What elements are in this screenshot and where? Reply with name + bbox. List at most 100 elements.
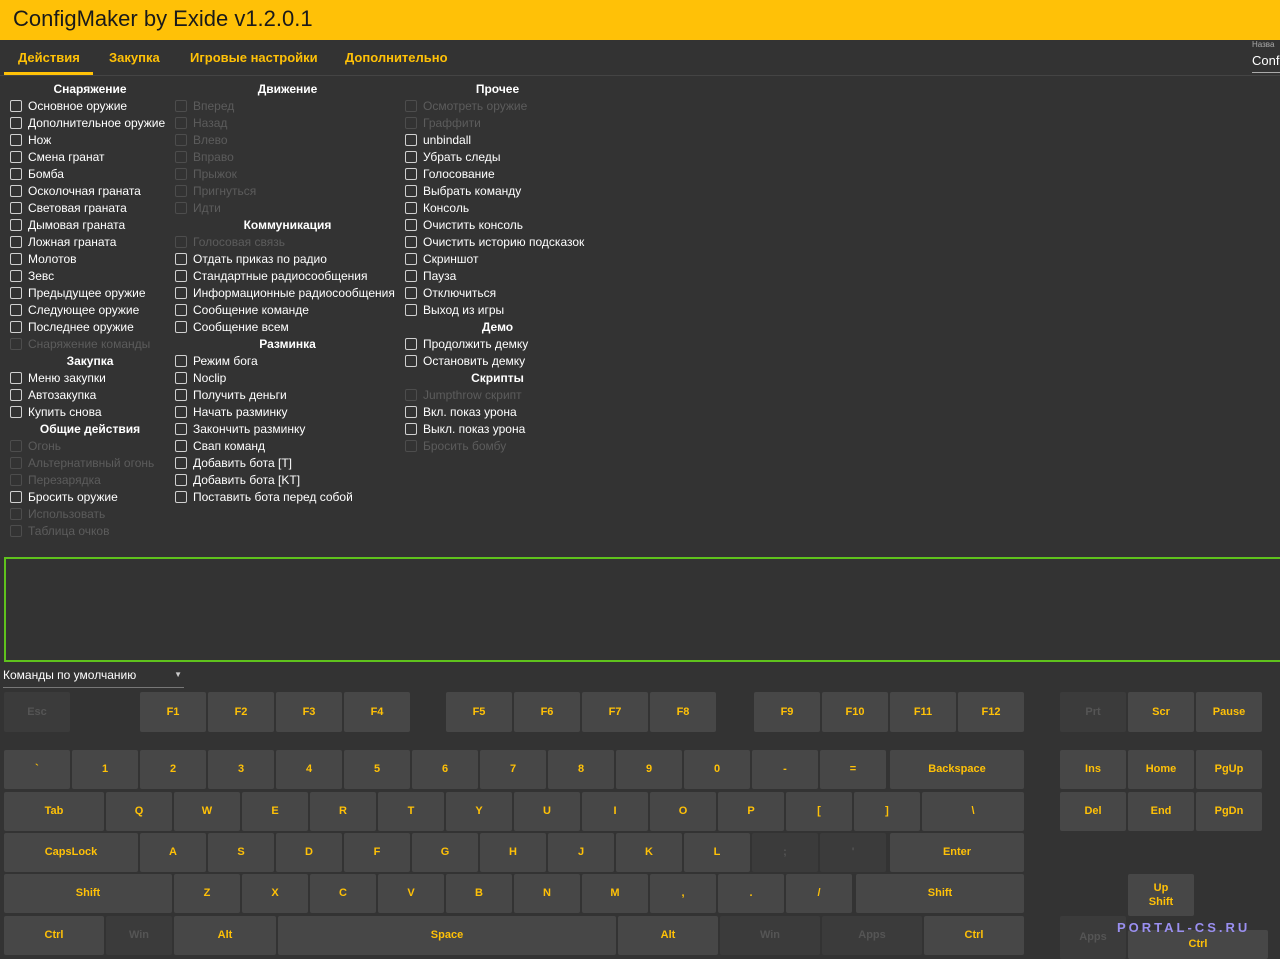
- action-checkbox[interactable]: Поставить бота перед собой: [175, 488, 400, 505]
- checkbox-icon[interactable]: [10, 184, 22, 197]
- key-m[interactable]: M: [582, 874, 648, 913]
- key-symbol[interactable]: /: [786, 874, 852, 913]
- key-v[interactable]: V: [378, 874, 444, 913]
- key-symbol[interactable]: -: [752, 750, 818, 789]
- checkbox-icon[interactable]: [10, 116, 22, 129]
- key-3[interactable]: 3: [208, 750, 274, 789]
- key-e[interactable]: E: [242, 792, 308, 831]
- checkbox-icon[interactable]: [405, 133, 417, 146]
- action-checkbox[interactable]: Осколочная граната: [10, 182, 170, 199]
- key-c[interactable]: C: [310, 874, 376, 913]
- action-checkbox[interactable]: Консоль: [405, 199, 590, 216]
- checkbox-icon[interactable]: [405, 422, 417, 435]
- key-r[interactable]: R: [310, 792, 376, 831]
- key-w[interactable]: W: [174, 792, 240, 831]
- key-8[interactable]: 8: [548, 750, 614, 789]
- action-checkbox[interactable]: Получить деньги: [175, 386, 400, 403]
- action-checkbox[interactable]: Голосование: [405, 165, 590, 182]
- action-checkbox[interactable]: Стандартные радиосообщения: [175, 267, 400, 284]
- checkbox-icon[interactable]: [10, 286, 22, 299]
- action-checkbox[interactable]: Добавить бота [KT]: [175, 471, 400, 488]
- checkbox-icon[interactable]: [10, 201, 22, 214]
- key-i[interactable]: I: [582, 792, 648, 831]
- key-pause[interactable]: Pause: [1196, 692, 1262, 732]
- action-checkbox[interactable]: Дополнительное оружие: [10, 114, 170, 131]
- key-b[interactable]: B: [446, 874, 512, 913]
- checkbox-icon[interactable]: [405, 269, 417, 282]
- key-6[interactable]: 6: [412, 750, 478, 789]
- key-space[interactable]: Space: [278, 916, 616, 955]
- checkbox-icon[interactable]: [10, 303, 22, 316]
- key-symbol[interactable]: =: [820, 750, 886, 789]
- key-del[interactable]: Del: [1060, 792, 1126, 831]
- key-5[interactable]: 5: [344, 750, 410, 789]
- checkbox-icon[interactable]: [405, 252, 417, 265]
- key-1[interactable]: 1: [72, 750, 138, 789]
- key-s[interactable]: S: [208, 833, 274, 872]
- checkbox-icon[interactable]: [175, 371, 187, 384]
- checkbox-icon[interactable]: [175, 252, 187, 265]
- checkbox-icon[interactable]: [405, 337, 417, 350]
- action-checkbox[interactable]: Вкл. показ урона: [405, 403, 590, 420]
- checkbox-icon[interactable]: [10, 405, 22, 418]
- key-symbol[interactable]: `: [4, 750, 70, 789]
- key-f11[interactable]: F11: [890, 692, 956, 732]
- checkbox-icon[interactable]: [10, 252, 22, 265]
- key-4[interactable]: 4: [276, 750, 342, 789]
- action-checkbox[interactable]: Скриншот: [405, 250, 590, 267]
- checkbox-icon[interactable]: [405, 184, 417, 197]
- key-alt[interactable]: Alt: [174, 916, 276, 955]
- key-0[interactable]: 0: [684, 750, 750, 789]
- key-shift[interactable]: Shift: [856, 874, 1024, 913]
- key-tab[interactable]: Tab: [4, 792, 104, 831]
- action-checkbox[interactable]: Основное оружие: [10, 97, 170, 114]
- checkbox-icon[interactable]: [10, 218, 22, 231]
- key-h[interactable]: H: [480, 833, 546, 872]
- action-checkbox[interactable]: Начать разминку: [175, 403, 400, 420]
- action-checkbox[interactable]: Информационные радиосообщения: [175, 284, 400, 301]
- action-checkbox[interactable]: Дымовая граната: [10, 216, 170, 233]
- action-checkbox[interactable]: Закончить разминку: [175, 420, 400, 437]
- console-output[interactable]: [4, 557, 1280, 662]
- preset-dropdown[interactable]: Команды по умолчанию ▼: [3, 668, 184, 688]
- key-a[interactable]: A: [140, 833, 206, 872]
- key-u[interactable]: U: [514, 792, 580, 831]
- key-x[interactable]: X: [242, 874, 308, 913]
- tab-actions[interactable]: Действия: [18, 50, 80, 65]
- key-alt[interactable]: Alt: [618, 916, 718, 955]
- key-f1[interactable]: F1: [140, 692, 206, 732]
- key-2[interactable]: 2: [140, 750, 206, 789]
- key-capslock[interactable]: CapsLock: [4, 833, 138, 872]
- key-7[interactable]: 7: [480, 750, 546, 789]
- key-k[interactable]: K: [616, 833, 682, 872]
- key-ctrl[interactable]: Ctrl: [924, 916, 1024, 955]
- checkbox-icon[interactable]: [10, 150, 22, 163]
- action-checkbox[interactable]: Убрать следы: [405, 148, 590, 165]
- action-checkbox[interactable]: Режим бога: [175, 352, 400, 369]
- config-name-input[interactable]: Confi: [1252, 53, 1280, 68]
- key-symbol[interactable]: .: [718, 874, 784, 913]
- key-pgdn[interactable]: PgDn: [1196, 792, 1262, 831]
- checkbox-icon[interactable]: [405, 201, 417, 214]
- checkbox-icon[interactable]: [10, 99, 22, 112]
- checkbox-icon[interactable]: [175, 320, 187, 333]
- key-scr[interactable]: Scr: [1128, 692, 1194, 732]
- key-symbol[interactable]: ]: [854, 792, 920, 831]
- key-ctrl[interactable]: Ctrl: [4, 916, 104, 955]
- key-shift[interactable]: Shift: [4, 874, 172, 913]
- action-checkbox[interactable]: Зевс: [10, 267, 170, 284]
- tab-game-settings[interactable]: Игровые настройки: [190, 50, 318, 65]
- key-f9[interactable]: F9: [754, 692, 820, 732]
- checkbox-icon[interactable]: [175, 439, 187, 452]
- checkbox-icon[interactable]: [175, 269, 187, 282]
- checkbox-icon[interactable]: [175, 286, 187, 299]
- checkbox-icon[interactable]: [10, 490, 22, 503]
- key-n[interactable]: N: [514, 874, 580, 913]
- checkbox-icon[interactable]: [10, 320, 22, 333]
- action-checkbox[interactable]: Очистить историю подсказок: [405, 233, 590, 250]
- action-checkbox[interactable]: Продолжить демку: [405, 335, 590, 352]
- action-checkbox[interactable]: Следующее оружие: [10, 301, 170, 318]
- checkbox-icon[interactable]: [10, 235, 22, 248]
- checkbox-icon[interactable]: [10, 167, 22, 180]
- key-f3[interactable]: F3: [276, 692, 342, 732]
